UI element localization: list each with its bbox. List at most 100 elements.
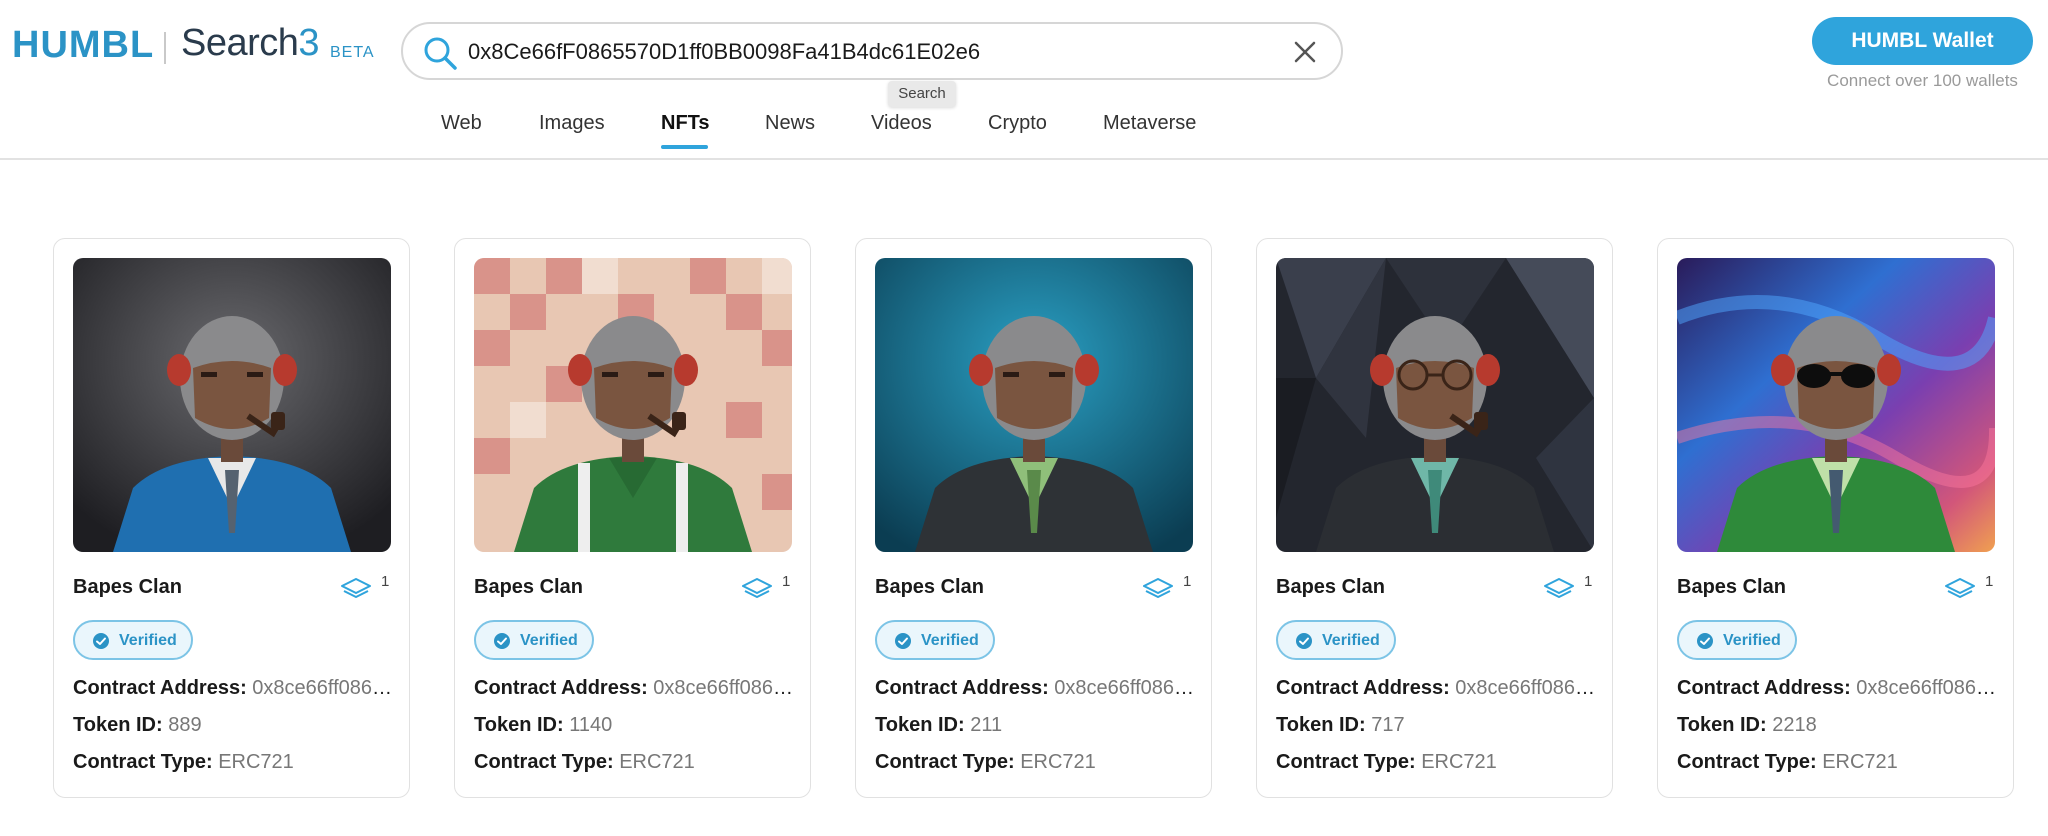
tab-videos[interactable]: Videos	[871, 112, 932, 135]
layers-icon	[341, 578, 371, 598]
check-circle-icon	[1697, 633, 1713, 649]
verified-label: Verified	[921, 632, 979, 649]
token-id-row: Token ID: 211	[875, 714, 1002, 737]
token-id-row: Token ID: 1140	[474, 714, 612, 737]
token-id-value: 211	[970, 714, 1003, 736]
verified-badge: Verified	[73, 620, 193, 660]
token-id-value: 717	[1371, 714, 1405, 736]
humbl-logo[interactable]: HUMBL	[12, 24, 154, 67]
tab-images[interactable]: Images	[539, 112, 605, 135]
contract-type-label: Contract Type:	[875, 751, 1015, 773]
humbl-wallet-button[interactable]: HUMBL Wallet	[1812, 17, 2033, 65]
nft-image[interactable]	[73, 258, 391, 552]
search3-logo-number: 3	[298, 22, 320, 64]
search-input[interactable]	[468, 32, 1268, 72]
active-tab-indicator	[661, 145, 708, 149]
contract-type-row: Contract Type: ERC721	[875, 751, 1096, 774]
wallet-subtitle: Connect over 100 wallets	[1827, 71, 2018, 90]
contract-type-row: Contract Type: ERC721	[73, 751, 294, 774]
nft-collection-name[interactable]: Bapes Clan	[875, 576, 984, 599]
tab-web[interactable]: Web	[441, 112, 482, 135]
nft-quantity: 1	[1183, 573, 1192, 590]
close-icon[interactable]	[1291, 38, 1319, 66]
verified-label: Verified	[1322, 632, 1380, 649]
search3-logo-text: Search	[181, 22, 299, 64]
layers-icon	[742, 578, 772, 598]
nft-quantity: 1	[1985, 573, 1994, 590]
contract-type-label: Contract Type:	[73, 751, 213, 773]
verified-label: Verified	[1723, 632, 1781, 649]
nft-quantity: 1	[782, 573, 791, 590]
tab-nfts[interactable]: NFTs	[661, 112, 710, 135]
nft-card[interactable]: Bapes Clan 1 Verified Contract Address: …	[855, 238, 1212, 798]
verified-badge: Verified	[875, 620, 995, 660]
search-tooltip: Search	[888, 81, 956, 107]
contract-address-label: Contract Address:	[1276, 677, 1450, 699]
contract-address-row: Contract Address: 0x8ce66ff0865570d1ff0b…	[474, 677, 794, 700]
contract-address-label: Contract Address:	[1677, 677, 1851, 699]
contract-type-label: Contract Type:	[1677, 751, 1817, 773]
nft-image[interactable]	[875, 258, 1193, 552]
token-id-label: Token ID:	[1677, 714, 1767, 736]
logo-divider	[164, 32, 166, 64]
token-id-value: 889	[168, 714, 202, 736]
layers-icon	[1143, 578, 1173, 598]
token-id-label: Token ID:	[1276, 714, 1366, 736]
contract-type-row: Contract Type: ERC721	[474, 751, 695, 774]
verified-badge: Verified	[1677, 620, 1797, 660]
token-id-value: 1140	[569, 714, 613, 736]
token-id-row: Token ID: 889	[73, 714, 202, 737]
tab-news[interactable]: News	[765, 112, 815, 135]
nft-collection-name[interactable]: Bapes Clan	[1276, 576, 1385, 599]
nft-card[interactable]: Bapes Clan 1 Verified Contract Address: …	[454, 238, 811, 798]
contract-address-value[interactable]: 0x8ce66ff0865570d1ff0bb0098fa41b4dc61e02…	[1054, 677, 1195, 699]
verified-label: Verified	[119, 632, 177, 649]
contract-address-row: Contract Address: 0x8ce66ff0865570d1ff0b…	[73, 677, 393, 700]
layers-icon	[1945, 578, 1975, 598]
token-id-label: Token ID:	[474, 714, 564, 736]
contract-type-label: Contract Type:	[474, 751, 614, 773]
token-id-row: Token ID: 2218	[1677, 714, 1817, 737]
contract-address-row: Contract Address: 0x8ce66ff0865570d1ff0b…	[1276, 677, 1596, 700]
verified-label: Verified	[520, 632, 578, 649]
contract-address-value[interactable]: 0x8ce66ff0865570d1ff0bb0098fa41b4dc61e02…	[1856, 677, 1997, 699]
nft-image[interactable]	[1677, 258, 1995, 552]
beta-label: BETA	[330, 44, 375, 61]
contract-address-label: Contract Address:	[73, 677, 247, 699]
contract-address-row: Contract Address: 0x8ce66ff0865570d1ff0b…	[875, 677, 1195, 700]
token-id-row: Token ID: 717	[1276, 714, 1405, 737]
token-id-label: Token ID:	[875, 714, 965, 736]
check-circle-icon	[494, 633, 510, 649]
nft-image[interactable]	[474, 258, 792, 552]
contract-address-label: Contract Address:	[875, 677, 1049, 699]
contract-type-value: ERC721	[1020, 751, 1096, 773]
nft-image[interactable]	[1276, 258, 1594, 552]
search3-logo[interactable]: Search3	[181, 22, 320, 65]
layers-icon	[1544, 578, 1574, 598]
token-id-value: 2218	[1772, 714, 1817, 736]
nft-card[interactable]: Bapes Clan 1 Verified Contract Address: …	[1256, 238, 1613, 798]
token-id-label: Token ID:	[73, 714, 163, 736]
contract-type-label: Contract Type:	[1276, 751, 1416, 773]
nft-card[interactable]: Bapes Clan 1 Verified Contract Address: …	[53, 238, 410, 798]
nft-quantity: 1	[381, 573, 390, 590]
search-box	[401, 22, 1343, 80]
contract-address-value[interactable]: 0x8ce66ff0865570d1ff0bb0098fa41b4dc61e02…	[1455, 677, 1596, 699]
tab-metaverse[interactable]: Metaverse	[1103, 112, 1196, 135]
contract-address-value[interactable]: 0x8ce66ff0865570d1ff0bb0098fa41b4dc61e02…	[252, 677, 393, 699]
nft-collection-name[interactable]: Bapes Clan	[1677, 576, 1786, 599]
contract-type-value: ERC721	[1822, 751, 1898, 773]
contract-type-value: ERC721	[619, 751, 695, 773]
nft-collection-name[interactable]: Bapes Clan	[474, 576, 583, 599]
contract-type-row: Contract Type: ERC721	[1677, 751, 1898, 774]
verified-badge: Verified	[474, 620, 594, 660]
contract-address-label: Contract Address:	[474, 677, 648, 699]
nft-quantity: 1	[1584, 573, 1593, 590]
contract-address-value[interactable]: 0x8ce66ff0865570d1ff0bb0098fa41b4dc61e02…	[653, 677, 794, 699]
tab-crypto[interactable]: Crypto	[988, 112, 1047, 135]
nft-card[interactable]: Bapes Clan 1 Verified Contract Address: …	[1657, 238, 2014, 798]
search-icon[interactable]	[421, 34, 459, 72]
check-circle-icon	[1296, 633, 1312, 649]
nft-collection-name[interactable]: Bapes Clan	[73, 576, 182, 599]
verified-badge: Verified	[1276, 620, 1396, 660]
